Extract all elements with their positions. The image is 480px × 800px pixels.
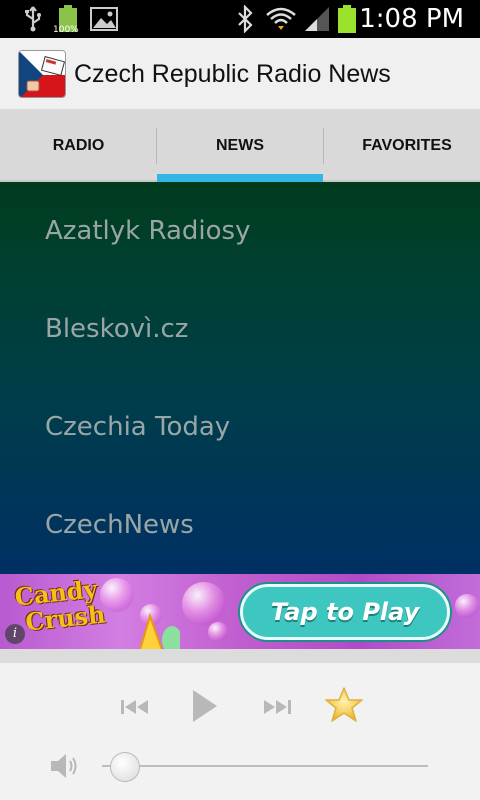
list-item-label: CzechNews	[45, 510, 194, 540]
ad-info-icon[interactable]: i	[5, 624, 25, 644]
battery-percent: 100%	[53, 25, 79, 35]
ad-banner[interactable]: Candy Crush Tap to Play i	[0, 574, 480, 649]
skip-previous-icon[interactable]	[116, 690, 154, 724]
signal-icon	[302, 4, 332, 34]
tab-favorites[interactable]: FAVORITES	[324, 110, 480, 182]
list-item-label: Bleskovì.cz	[45, 314, 189, 344]
list-item[interactable]: Czechia Today	[0, 378, 480, 476]
ad-bubble	[455, 594, 479, 618]
skip-next-icon[interactable]	[258, 690, 296, 724]
app-title: Czech Republic Radio News	[74, 60, 391, 88]
ad-candy-graphic	[139, 612, 180, 649]
usb-icon	[20, 4, 46, 34]
tab-radio[interactable]: RADIO	[0, 110, 157, 182]
tab-bar: RADIO NEWS FAVORITES	[0, 110, 480, 182]
list-item[interactable]: Bleskovì.cz	[0, 280, 480, 378]
list-item[interactable]: Azatlyk Radiosy	[0, 182, 480, 280]
czech-flag-news-icon[interactable]	[18, 50, 66, 98]
list-item[interactable]: CzechNews	[0, 476, 480, 574]
tab-selected-indicator	[157, 174, 323, 182]
list-item-label: Azatlyk Radiosy	[45, 216, 251, 246]
ad-bubble	[182, 582, 226, 626]
status-time: 1:08 PM	[359, 4, 464, 34]
tab-news[interactable]: NEWS	[157, 110, 323, 182]
battery-icon	[336, 4, 358, 34]
ad-bubble	[208, 622, 228, 642]
speaker-icon[interactable]	[46, 748, 84, 784]
list-item-label: Czechia Today	[45, 412, 231, 442]
player-top-strip	[0, 649, 480, 663]
ad-cta-button[interactable]: Tap to Play	[240, 584, 450, 640]
ad-bubble	[100, 578, 134, 612]
volume-slider-track[interactable]	[102, 765, 428, 767]
play-icon[interactable]	[184, 684, 224, 728]
wifi-icon	[264, 4, 298, 34]
volume-slider-handle[interactable]	[109, 752, 140, 782]
star-icon[interactable]	[322, 684, 366, 726]
gallery-icon	[88, 4, 120, 34]
app-bar: Czech Republic Radio News	[0, 38, 480, 110]
ad-brand-logo: Candy Crush	[13, 574, 107, 637]
status-bar: 100% 1:08 PM	[0, 0, 480, 38]
bluetooth-icon	[234, 4, 256, 34]
news-list: Azatlyk Radiosy Bleskovì.cz Czechia Toda…	[0, 182, 480, 574]
ad-brand-line2: Crush	[23, 599, 107, 637]
